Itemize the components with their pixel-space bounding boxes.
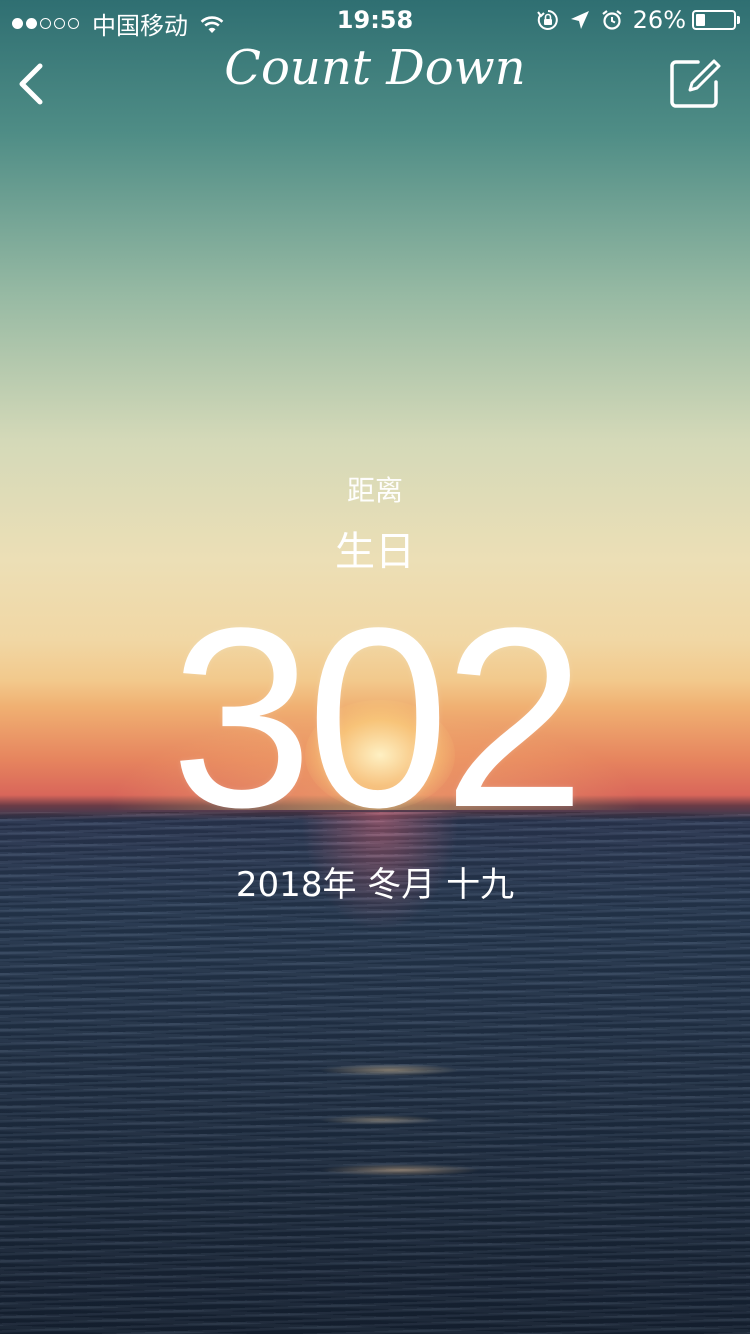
location-icon (570, 11, 589, 29)
countdown-prefix: 距离 (346, 474, 403, 507)
water-sparkle (290, 1060, 490, 1200)
edit-button[interactable] (668, 56, 722, 110)
days-remaining: 302 (170, 575, 585, 861)
orientation-lock-icon (536, 10, 558, 30)
page-title: Count Down (224, 40, 526, 96)
alarm-icon (601, 10, 622, 30)
status-bar: 中国移动 19:58 26% (0, 0, 750, 40)
battery-tip (737, 16, 740, 24)
battery-icon (692, 10, 736, 30)
event-name: 生日 (335, 529, 415, 575)
target-date: 2018年 冬月 十九 (235, 865, 515, 905)
edit-icon (670, 59, 721, 108)
battery-fill (696, 14, 706, 26)
battery-percentage: 26% (632, 6, 686, 34)
status-right: 26% (536, 6, 740, 34)
